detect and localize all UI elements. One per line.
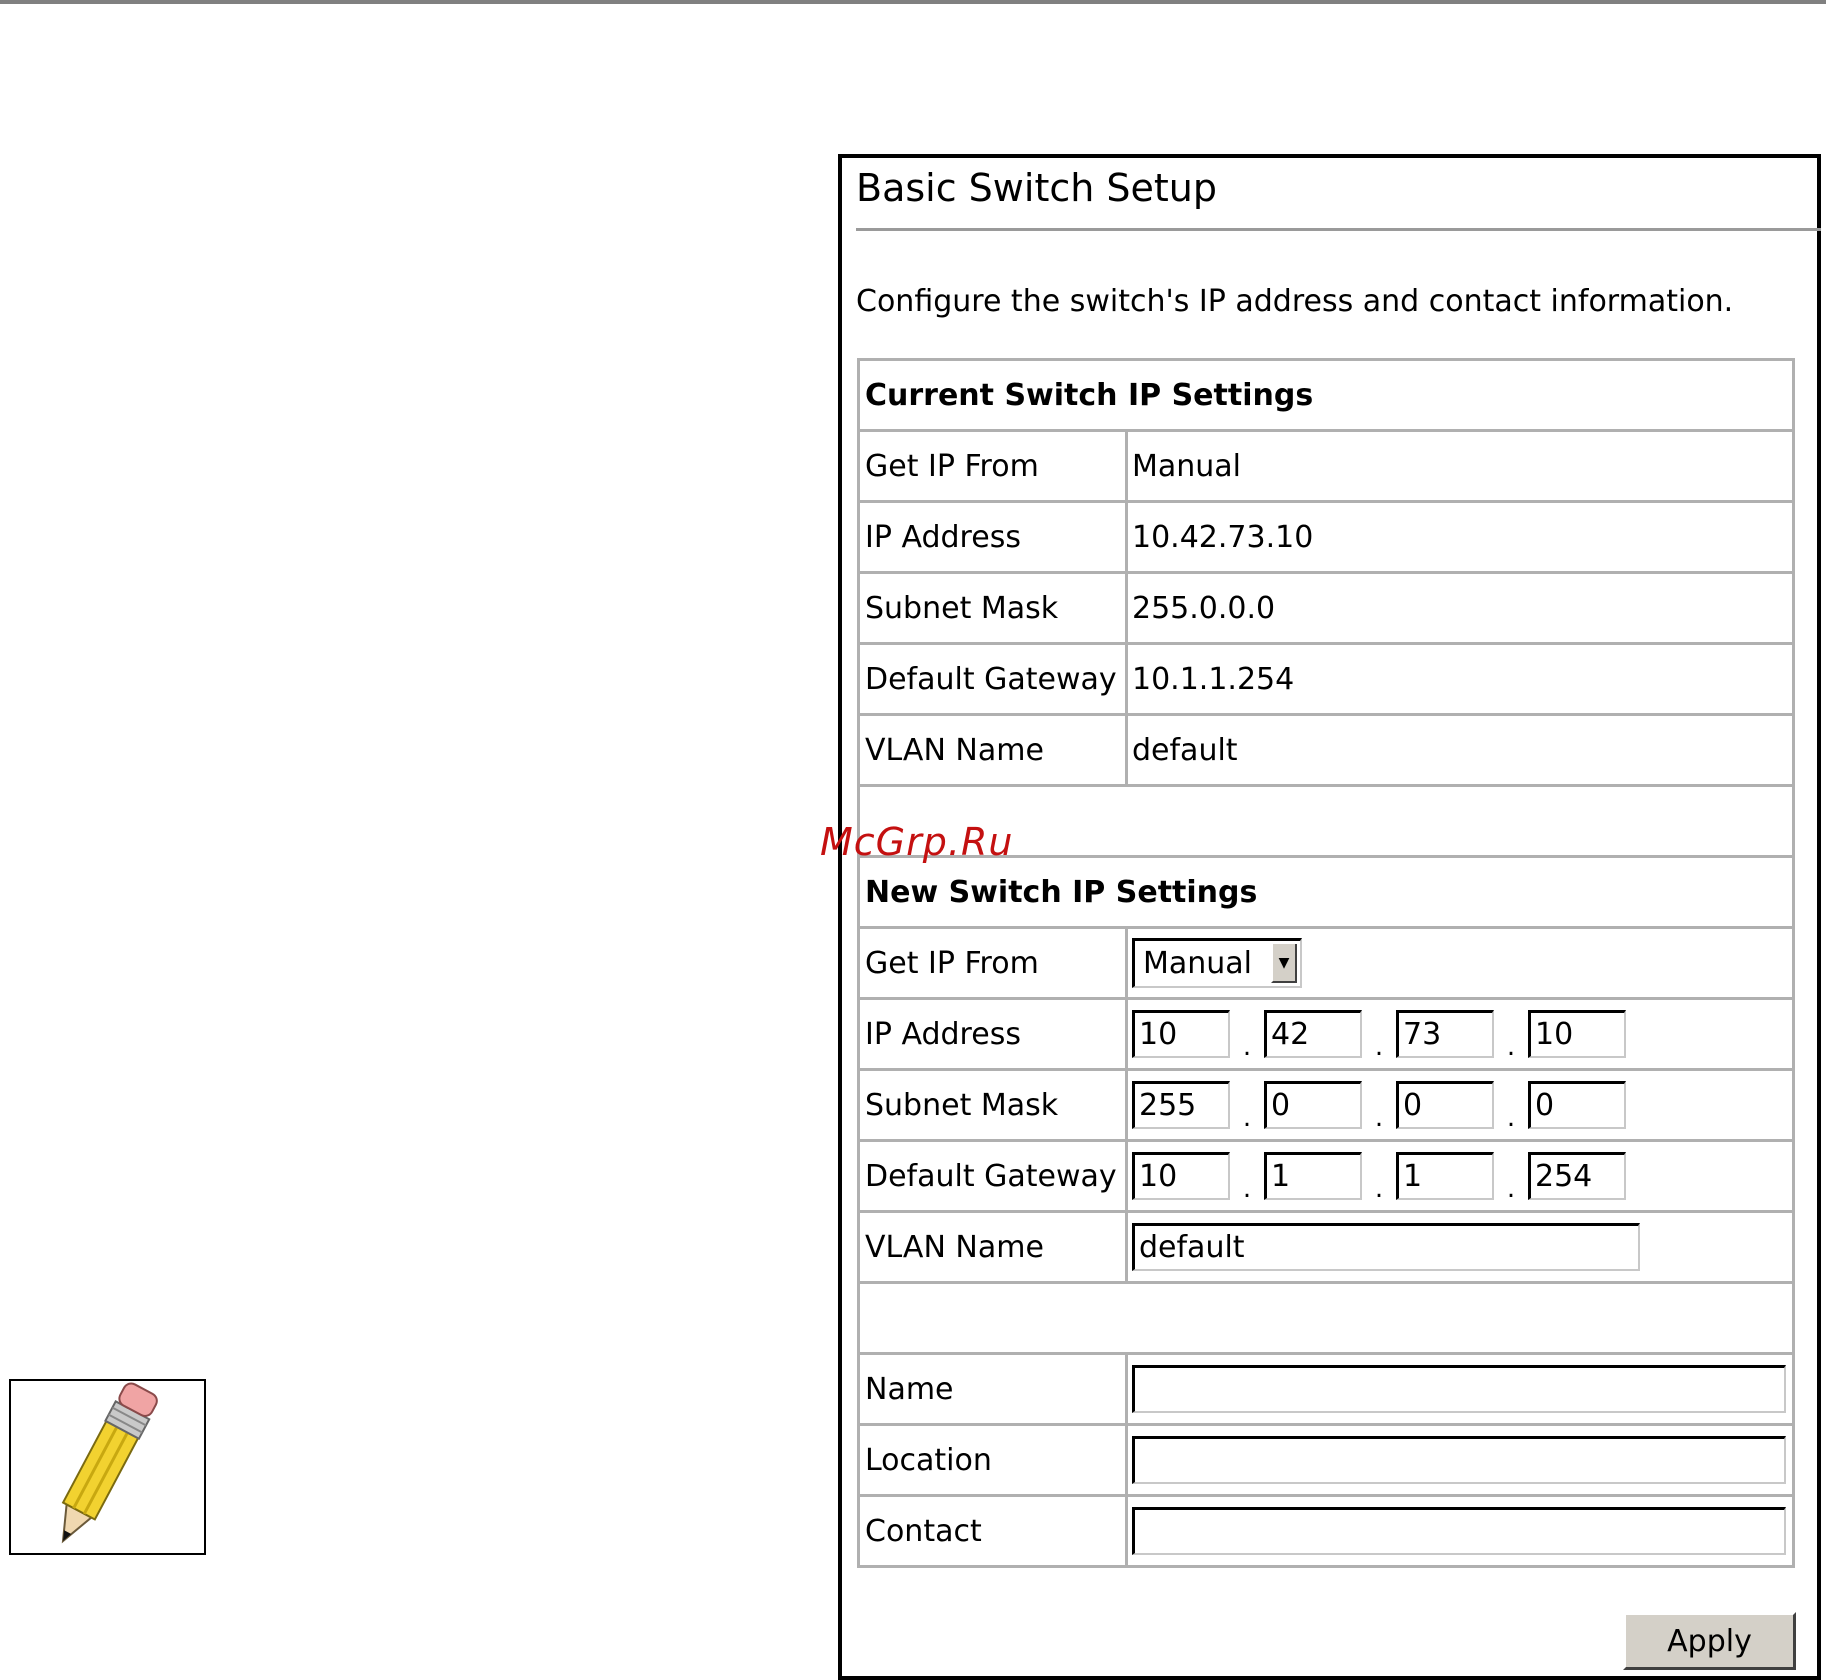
get-ip-from-selected: Manual [1143, 946, 1253, 981]
chevron-down-icon[interactable]: ▼ [1271, 944, 1297, 983]
subnet-mask-octet-2[interactable] [1264, 1081, 1362, 1129]
default-gateway-octet-3[interactable] [1396, 1152, 1494, 1200]
table-row: Contact [860, 1494, 1792, 1565]
subnet-mask-octet-3[interactable] [1396, 1081, 1494, 1129]
new-get-ip-from-label: Get IP From [860, 929, 1128, 997]
ip-address-octet-2[interactable] [1264, 1010, 1362, 1058]
new-vlan-name-label: VLAN Name [860, 1213, 1128, 1281]
subnet-mask-octets: . . . [1128, 1071, 1792, 1139]
default-gateway-octet-1[interactable] [1132, 1152, 1230, 1200]
watermark: McGrp.Ru [820, 820, 1014, 864]
subnet-mask-octet-4[interactable] [1528, 1081, 1626, 1129]
table-row: Get IP From Manual ▼ [860, 926, 1792, 997]
table-row: IP Address . . . [860, 997, 1792, 1068]
table-row: VLAN Name [860, 1210, 1792, 1281]
spacer-row [860, 1281, 1792, 1352]
new-default-gateway-label: Default Gateway [860, 1142, 1128, 1210]
new-ip-address-label: IP Address [860, 1000, 1128, 1068]
current-default-gateway-label: Default Gateway [860, 645, 1128, 713]
octet-separator: . [1374, 1103, 1384, 1133]
subnet-mask-octet-1[interactable] [1132, 1081, 1230, 1129]
default-gateway-octet-2[interactable] [1264, 1152, 1362, 1200]
octet-separator: . [1506, 1032, 1516, 1062]
name-input[interactable] [1132, 1365, 1786, 1413]
settings-table: Current Switch IP Settings Get IP From M… [857, 358, 1795, 1568]
vlan-name-input[interactable] [1132, 1223, 1640, 1271]
table-row: Subnet Mask . . . [860, 1068, 1792, 1139]
apply-button[interactable]: Apply [1623, 1612, 1796, 1670]
table-row: Current Switch IP Settings [860, 361, 1792, 429]
title-divider [856, 228, 1821, 231]
default-gateway-octet-4[interactable] [1528, 1152, 1626, 1200]
note-icon-frame [9, 1379, 206, 1555]
table-row: Default Gateway . . . [860, 1139, 1792, 1210]
new-subnet-mask-label: Subnet Mask [860, 1071, 1128, 1139]
current-ip-address-value: 10.42.73.10 [1132, 519, 1314, 555]
ip-address-octet-1[interactable] [1132, 1010, 1230, 1058]
table-row: Subnet Mask 255.0.0.0 [860, 571, 1792, 642]
table-row: IP Address 10.42.73.10 [860, 500, 1792, 571]
page-description: Configure the switch's IP address and co… [856, 284, 1734, 319]
new-settings-heading: New Switch IP Settings [865, 874, 1258, 910]
current-get-ip-from-label: Get IP From [860, 432, 1128, 500]
octet-separator: . [1242, 1032, 1252, 1062]
octet-separator: . [1374, 1174, 1384, 1204]
current-subnet-mask-value: 255.0.0.0 [1132, 590, 1276, 626]
table-row: VLAN Name default [860, 713, 1792, 784]
contact-label: Contact [860, 1497, 1128, 1565]
pencil-icon [61, 1382, 158, 1544]
octet-separator: . [1242, 1174, 1252, 1204]
top-rule [0, 0, 1826, 4]
current-vlan-name-value: default [1132, 732, 1238, 768]
current-subnet-mask-label: Subnet Mask [860, 574, 1128, 642]
table-row: Location [860, 1423, 1792, 1494]
octet-separator: . [1374, 1032, 1384, 1062]
current-get-ip-from-value: Manual [1132, 448, 1242, 484]
table-row: Default Gateway 10.1.1.254 [860, 642, 1792, 713]
ip-address-octets: . . . [1128, 1000, 1792, 1068]
basic-switch-setup-panel: Basic Switch Setup Configure the switch'… [838, 154, 1821, 1680]
location-input[interactable] [1132, 1436, 1786, 1484]
octet-separator: . [1506, 1103, 1516, 1133]
get-ip-from-select[interactable]: Manual ▼ [1132, 938, 1302, 988]
table-row: New Switch IP Settings [860, 855, 1792, 926]
octet-separator: . [1506, 1174, 1516, 1204]
octet-separator: . [1242, 1103, 1252, 1133]
current-default-gateway-value: 10.1.1.254 [1132, 661, 1295, 697]
table-row: Get IP From Manual [860, 429, 1792, 500]
contact-input[interactable] [1132, 1507, 1786, 1555]
default-gateway-octets: . . . [1128, 1142, 1792, 1210]
table-row: Name [860, 1352, 1792, 1423]
current-ip-address-label: IP Address [860, 503, 1128, 571]
current-settings-heading: Current Switch IP Settings [865, 377, 1314, 413]
ip-address-octet-3[interactable] [1396, 1010, 1494, 1058]
name-label: Name [860, 1355, 1128, 1423]
location-label: Location [860, 1426, 1128, 1494]
current-vlan-name-label: VLAN Name [860, 716, 1128, 784]
ip-address-octet-4[interactable] [1528, 1010, 1626, 1058]
page-title: Basic Switch Setup [856, 166, 1217, 210]
